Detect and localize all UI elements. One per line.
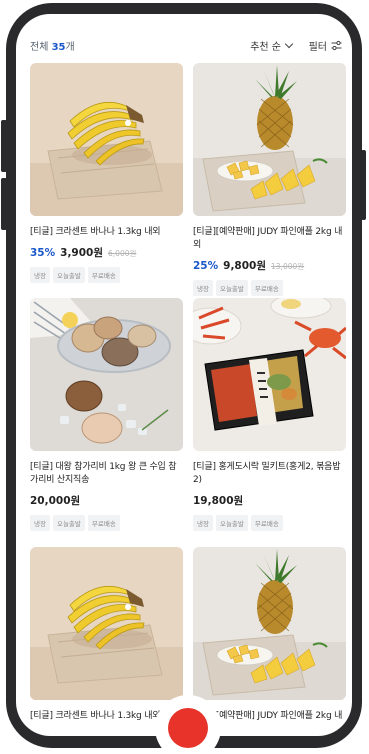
filter-button[interactable]: 필터	[309, 38, 342, 53]
tag-badge: 무료배송	[87, 515, 120, 531]
tag-list: 냉장 오늘출발 무료배송	[30, 515, 183, 531]
product-title[interactable]: [티글] 크라센트 바나나 1.3kg 내외	[30, 226, 183, 239]
product-image-banana[interactable]	[30, 63, 183, 216]
original-price: 13,000원	[271, 262, 305, 271]
tag-badge: 냉장	[30, 515, 50, 531]
chevron-down-icon	[284, 39, 294, 49]
tag-list: 냉장 오늘출발 무료배송	[193, 280, 346, 296]
sort-label: 추천 순	[250, 42, 281, 53]
product-image-banana[interactable]	[30, 547, 183, 700]
product-image-crab[interactable]	[193, 298, 346, 451]
price: 9,800원	[223, 260, 267, 272]
product-title[interactable]: [티글] 홍게도시락 밀키트(홍게2, 볶음밥2)	[193, 461, 346, 487]
price-row: 25% 9,800원 13,000원	[193, 258, 346, 273]
tag-badge: 무료배송	[250, 515, 283, 531]
tag-badge: 무료배송	[250, 280, 283, 296]
tag-list: 냉장 오늘출발 무료배송	[193, 515, 346, 531]
tag-badge: 오늘출발	[52, 515, 85, 531]
volume-up-button	[1, 120, 7, 172]
product-card[interactable]: [티글][예약판매] JUDY 파인애플 2kg 내외	[193, 547, 346, 736]
product-card[interactable]: [티글] 크라센트 바나나 1.3kg 내외 35% 3,900원 6,000원…	[30, 63, 183, 283]
price-row: 20,000원	[30, 493, 183, 508]
total-count: 전체 35개	[30, 42, 75, 53]
original-price: 6,000원	[108, 249, 137, 258]
tag-badge: 냉장	[30, 267, 50, 283]
product-title[interactable]: [티글] 대왕 참가리비 1kg 왕 큰 수입 참가리비 산지직송	[30, 461, 183, 487]
product-card[interactable]: [티글] 대왕 참가리비 1kg 왕 큰 수입 참가리비 산지직송 20,000…	[30, 298, 183, 531]
filter-label: 필터	[308, 42, 327, 53]
price: 3,900원	[60, 247, 104, 259]
screen: 전체 35개 추천 순 필터 [티글] 크라센트 바나나 1.3kg 내외 35…	[16, 14, 352, 736]
price: 19,800원	[193, 495, 244, 507]
product-card[interactable]: [티글][예약판매] JUDY 파인애플 2kg 내외 25% 9,800원 1…	[193, 63, 346, 296]
price-row: 35% 3,900원 6,000원	[30, 245, 183, 260]
discount-rate: 25%	[193, 260, 219, 272]
discount-rate: 35%	[30, 247, 56, 259]
price-row: 19,800원	[193, 493, 346, 508]
tag-badge: 오늘출발	[52, 267, 85, 283]
product-card[interactable]: [티글] 크라센트 바나나 1.3kg 내외	[30, 547, 183, 723]
sort-dropdown[interactable]: 추천 순	[250, 38, 294, 53]
product-image-pineapple[interactable]	[193, 547, 346, 700]
tag-badge: 오늘출발	[215, 280, 248, 296]
home-button-cutout	[155, 695, 221, 754]
tag-list: 냉장 오늘출발 무료배송	[30, 267, 183, 283]
product-card[interactable]: [티글] 홍게도시락 밀키트(홍게2, 볶음밥2) 19,800원 냉장 오늘출…	[193, 298, 346, 531]
tag-badge: 냉장	[193, 280, 213, 296]
tag-badge: 오늘출발	[215, 515, 248, 531]
product-image-pineapple[interactable]	[193, 63, 346, 216]
filter-sliders-icon	[331, 40, 342, 51]
power-button	[361, 150, 366, 220]
home-button[interactable]	[168, 708, 208, 748]
tag-badge: 냉장	[193, 515, 213, 531]
product-image-scallop[interactable]	[30, 298, 183, 451]
volume-down-button	[1, 178, 7, 230]
product-title[interactable]: [티글][예약판매] JUDY 파인애플 2kg 내외	[193, 226, 346, 252]
price: 20,000원	[30, 495, 81, 507]
tag-badge: 무료배송	[87, 267, 120, 283]
list-header: 전체 35개 추천 순 필터	[16, 14, 352, 54]
